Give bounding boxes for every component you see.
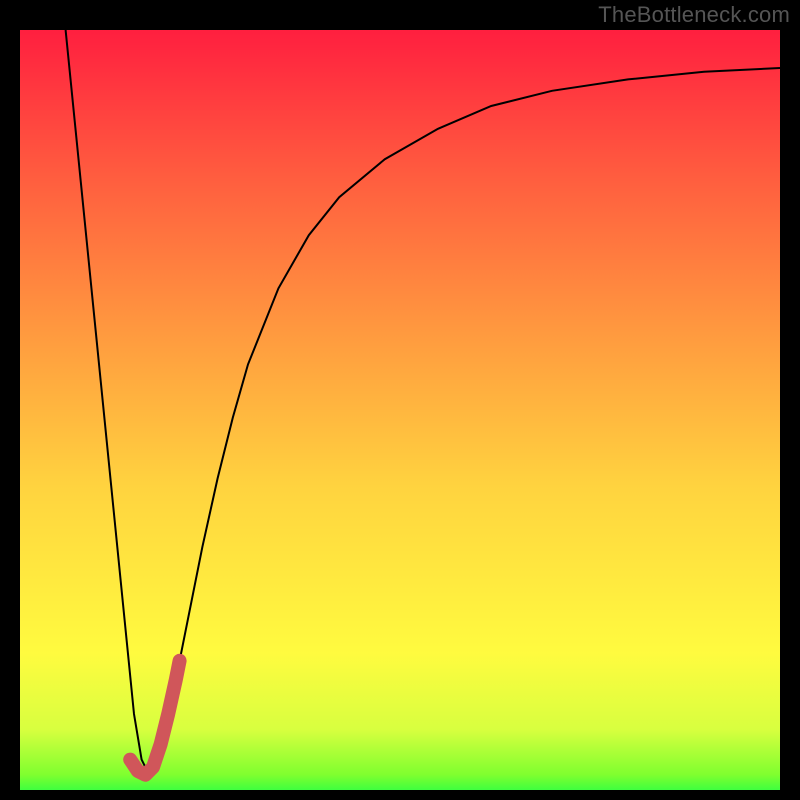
chart-svg [20, 30, 780, 790]
watermark-text: TheBottleneck.com [598, 2, 790, 28]
chart-frame: TheBottleneck.com [0, 0, 800, 800]
gradient-background [20, 30, 780, 790]
plot-area [20, 30, 780, 790]
